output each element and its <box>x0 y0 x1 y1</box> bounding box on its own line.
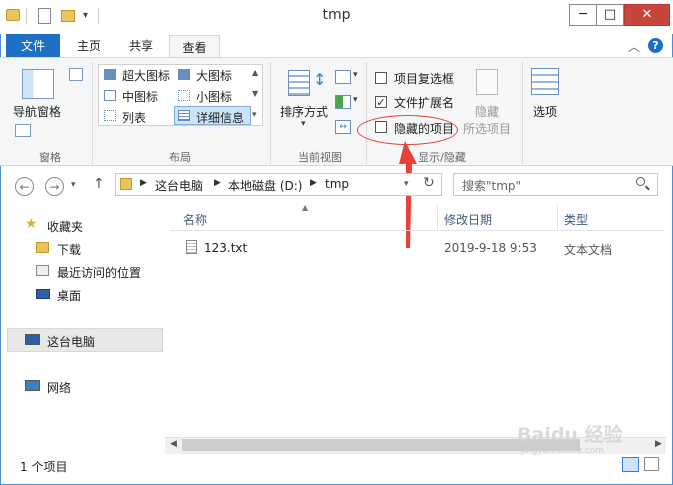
layout-more-icon[interactable]: ▾ <box>252 110 257 120</box>
back-icon[interactable]: ← <box>15 177 34 196</box>
hide-selected-button[interactable]: 隐藏 <box>475 103 499 120</box>
group-label-current-view: 当前视图 <box>298 151 342 164</box>
tab-file[interactable]: 文件 <box>6 34 60 58</box>
group-separator <box>92 62 93 164</box>
tab-view[interactable]: 查看 <box>169 35 220 58</box>
group-separator <box>270 62 271 164</box>
column-resize-handle[interactable] <box>557 205 558 230</box>
recent-locations-icon[interactable]: ▾ <box>71 180 76 190</box>
watermark-url: jingyan.baidu.com <box>521 446 605 456</box>
hide-selected-button-line2: 所选项目 <box>463 122 512 136</box>
group-label-pane: 窗格 <box>39 151 61 164</box>
sort-icon <box>288 70 310 96</box>
nav-this-pc[interactable]: 这台电脑 <box>47 333 95 350</box>
item-checkboxes-label[interactable]: 项目复选框 <box>394 70 454 87</box>
tab-home[interactable]: 主页 <box>66 34 112 58</box>
address-segment-drive[interactable]: 本地磁盘 (D:) <box>228 177 302 194</box>
column-resize-handle[interactable] <box>437 205 438 230</box>
sort-indicator-icon: ▲ <box>302 203 309 212</box>
nav-network[interactable]: 网络 <box>47 379 71 396</box>
layout-list[interactable]: 列表 <box>122 109 146 126</box>
large-icons-view-icon[interactable] <box>644 457 659 471</box>
sort-arrow-icon: ↕ <box>313 70 327 89</box>
text-file-icon <box>186 240 197 254</box>
sort-by-button[interactable]: 排序方式 <box>280 103 328 120</box>
search-input[interactable]: 搜索"tmp" <box>462 177 521 194</box>
close-button[interactable]: ✕ <box>624 4 670 26</box>
sort-dropdown-icon[interactable]: ▾ <box>301 119 306 129</box>
help-icon[interactable]: ? <box>648 38 663 53</box>
column-name[interactable]: 名称 <box>183 211 207 228</box>
list-icon <box>104 110 116 121</box>
layout-small[interactable]: 小图标 <box>196 88 232 105</box>
address-chevron-icon[interactable]: ▶ <box>214 178 221 188</box>
add-columns-dropdown-icon[interactable]: ▾ <box>353 95 358 105</box>
address-segment-tmp[interactable]: tmp <box>325 177 349 191</box>
large-icons-icon <box>178 69 190 80</box>
downloads-icon <box>36 242 49 253</box>
favorites-icon: ★ <box>25 216 38 232</box>
extra-large-icons-icon <box>104 69 116 80</box>
group-label-layout: 布局 <box>169 151 191 164</box>
column-type[interactable]: 类型 <box>564 211 588 228</box>
group-separator <box>522 62 523 164</box>
column-modified[interactable]: 修改日期 <box>444 211 492 228</box>
address-segment-this-pc[interactable]: 这台电脑 <box>155 177 203 194</box>
layout-details[interactable]: 详细信息 <box>196 109 244 126</box>
computer-icon <box>25 334 40 345</box>
up-icon[interactable]: ↑ <box>93 176 105 192</box>
nav-pane-icon <box>22 69 54 99</box>
network-icon <box>25 380 40 391</box>
group-by-dropdown-icon[interactable]: ▾ <box>353 70 358 80</box>
address-dropdown-icon[interactable]: ▾ <box>404 179 409 189</box>
size-columns-icon[interactable]: ↔ <box>335 120 351 134</box>
refresh-icon[interactable]: ↻ <box>423 175 435 191</box>
nav-recent-places[interactable]: 最近访问的位置 <box>57 264 141 281</box>
layout-scroll-up-icon[interactable]: ▲ <box>252 68 258 77</box>
file-extensions-checkbox[interactable]: ✓ <box>375 96 387 108</box>
preview-pane-icon[interactable] <box>69 68 83 81</box>
options-icon <box>531 68 559 95</box>
address-chevron-icon[interactable]: ▶ <box>140 178 147 188</box>
layout-large[interactable]: 大图标 <box>196 67 232 84</box>
file-modified: 2019-9-18 9:53 <box>444 241 537 255</box>
medium-icons-icon <box>104 90 116 101</box>
nav-desktop[interactable]: 桌面 <box>57 287 81 304</box>
maximize-button[interactable]: □ <box>596 4 624 26</box>
nav-favorites[interactable]: 收藏夹 <box>47 218 83 235</box>
pane-small-icon[interactable] <box>15 124 31 137</box>
search-icon[interactable] <box>636 177 645 186</box>
watermark-logo: Baidu 经验 <box>517 424 623 446</box>
options-button[interactable]: 选项 <box>533 103 557 120</box>
hide-selected-icon <box>476 69 498 95</box>
ribbon-collapse-icon[interactable]: ︿ <box>628 38 640 55</box>
group-separator <box>366 62 367 164</box>
item-checkboxes-checkbox[interactable] <box>375 72 387 84</box>
layout-extra-large[interactable]: 超大图标 <box>122 67 170 84</box>
scroll-left-icon[interactable]: ◀ <box>170 439 177 449</box>
group-by-icon[interactable] <box>335 70 351 84</box>
add-columns-icon[interactable] <box>335 95 351 109</box>
address-folder-icon <box>120 178 132 190</box>
file-extensions-label[interactable]: 文件扩展名 <box>394 94 454 111</box>
desktop-icon <box>36 289 50 299</box>
layout-scroll-down-icon[interactable]: ▼ <box>252 89 258 98</box>
nav-pane-button[interactable]: 导航窗格 <box>13 103 61 120</box>
scroll-right-icon[interactable]: ▶ <box>655 439 662 449</box>
recent-places-icon <box>36 265 49 276</box>
address-chevron-icon[interactable]: ▶ <box>310 178 317 188</box>
details-icon <box>178 110 190 121</box>
tab-share[interactable]: 共享 <box>116 34 166 58</box>
forward-icon[interactable]: → <box>45 177 64 196</box>
nav-downloads[interactable]: 下载 <box>57 241 81 258</box>
small-icons-icon <box>178 90 190 101</box>
column-header-divider <box>170 230 665 231</box>
minimize-button[interactable]: ─ <box>569 4 597 26</box>
layout-medium[interactable]: 中图标 <box>122 88 158 105</box>
file-name[interactable]: 123.txt <box>204 241 247 255</box>
file-type: 文本文档 <box>564 243 613 257</box>
status-item-count: 1 个项目 <box>20 460 68 474</box>
details-view-icon[interactable] <box>622 457 639 472</box>
title-bar: ▾ tmp ─ □ ✕ <box>0 0 673 34</box>
